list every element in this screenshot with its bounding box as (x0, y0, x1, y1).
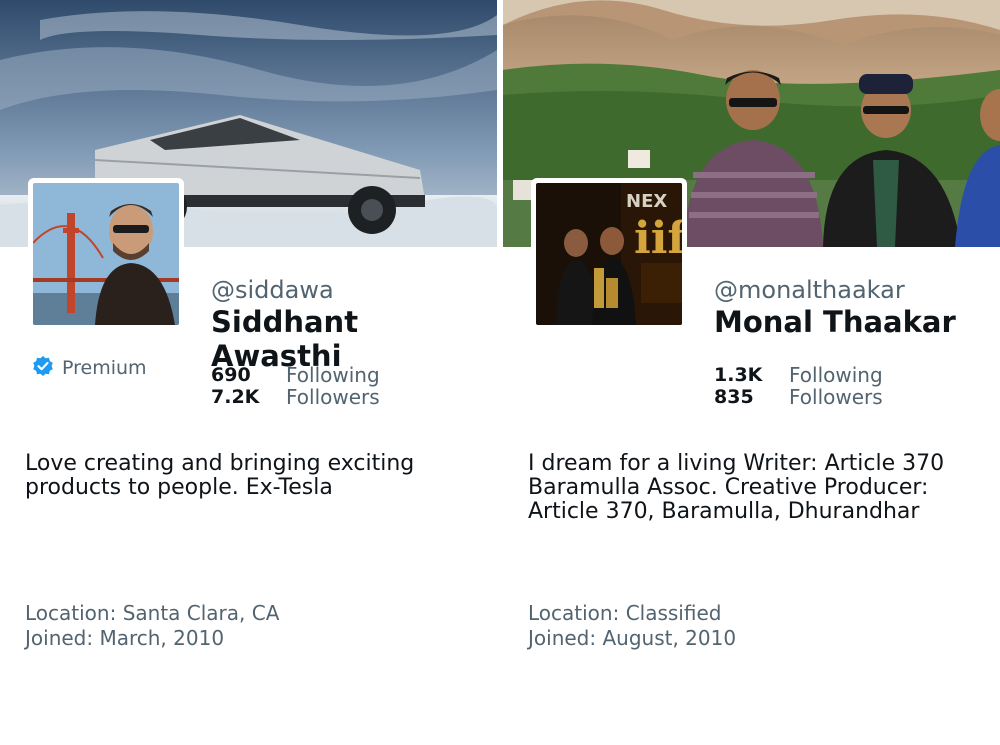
verified-badge-icon (32, 355, 54, 381)
following-count: 690 (211, 364, 251, 386)
profile-card-siddawa: @siddawa Siddhant Awasthi Premium 690 Fo… (0, 0, 497, 745)
following-count: 1.3K (714, 364, 763, 386)
profile-bio: I dream for a living Writer: Article 370… (528, 451, 945, 524)
following-label: Following (286, 363, 380, 387)
joined-line: Joined: March, 2010 (25, 626, 279, 651)
location-value: Classified (625, 601, 722, 625)
followers-stat[interactable]: 7.2K Followers (211, 385, 380, 409)
profile-stats: 1.3K Following 835 Followers (714, 363, 883, 409)
location-value: Santa Clara, CA (122, 601, 280, 625)
joined-line: Joined: August, 2010 (528, 626, 736, 651)
followers-count: 835 (714, 386, 754, 408)
joined-prefix: Joined: (528, 626, 603, 650)
joined-value: August, 2010 (602, 626, 737, 650)
followers-stat[interactable]: 835 Followers (714, 385, 883, 409)
profile-card-monalthaakar: NEX iifa @monalthaakar Monal Thaakar 1.3… (503, 0, 1000, 745)
premium-label: Premium (62, 357, 147, 379)
joined-value: March, 2010 (99, 626, 225, 650)
location-prefix: Location: (528, 601, 626, 625)
profile-handle[interactable]: @monalthaakar (714, 276, 905, 304)
location-line: Location: Classified (528, 601, 736, 626)
following-stat[interactable]: 1.3K Following (714, 363, 883, 387)
profile-meta: Location: Santa Clara, CA Joined: March,… (25, 601, 279, 651)
location-line: Location: Santa Clara, CA (25, 601, 279, 626)
premium-badge[interactable]: Premium (32, 355, 147, 381)
joined-prefix: Joined: (25, 626, 100, 650)
profile-bio: Love creating and bringing exciting prod… (25, 451, 415, 500)
followers-label: Followers (789, 385, 883, 409)
followers-count: 7.2K (211, 386, 260, 408)
profile-avatar[interactable]: NEX iifa (531, 178, 687, 330)
following-label: Following (789, 363, 883, 387)
profile-handle[interactable]: @siddawa (211, 276, 334, 304)
profile-meta: Location: Classified Joined: August, 201… (528, 601, 736, 651)
profile-stats: 690 Following 7.2K Followers (211, 363, 380, 409)
following-stat[interactable]: 690 Following (211, 363, 380, 387)
svg-text:NEX: NEX (626, 191, 667, 212)
profile-display-name[interactable]: Monal Thaakar (714, 305, 956, 339)
location-prefix: Location: (25, 601, 123, 625)
svg-text:iifa: iifa (634, 213, 682, 264)
followers-label: Followers (286, 385, 380, 409)
profile-avatar[interactable] (28, 178, 184, 330)
